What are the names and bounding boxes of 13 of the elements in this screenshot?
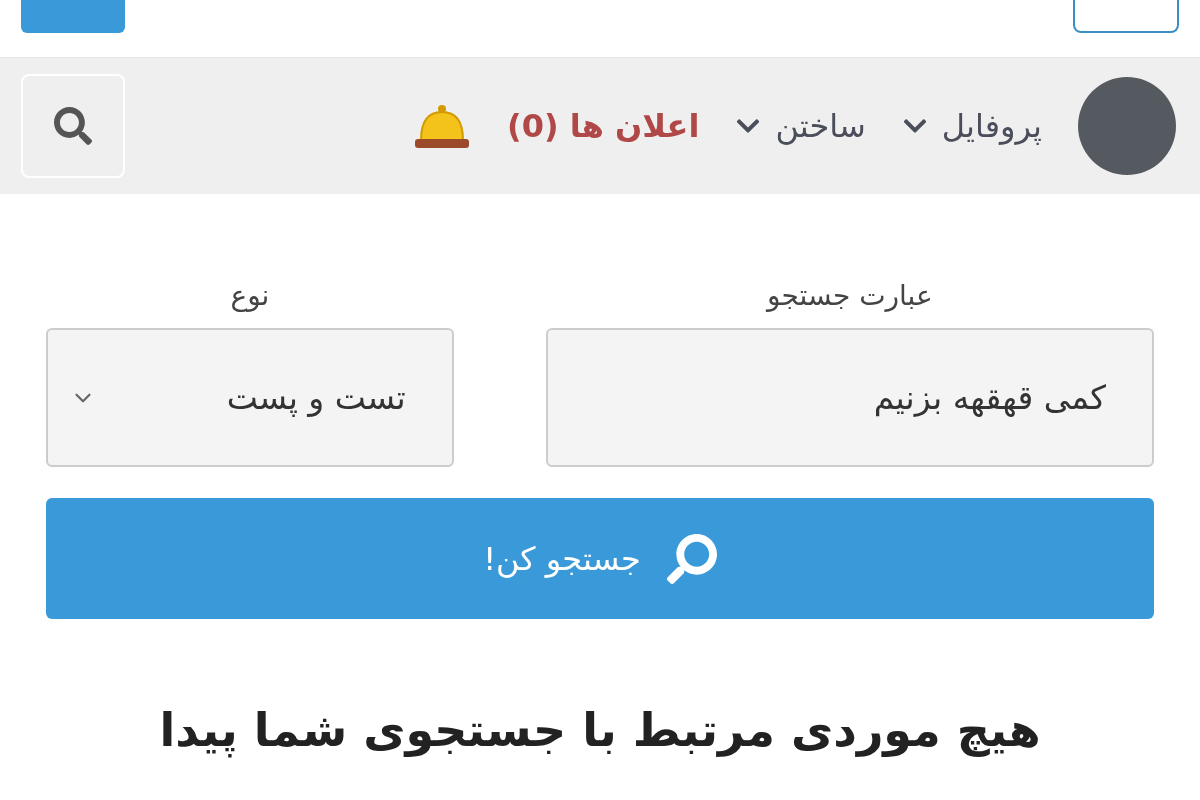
type-select[interactable]: تست و پست — [46, 328, 454, 467]
no-results-message: هیچ موردی مرتبط با جستجوی شما پیدا — [158, 703, 1042, 757]
bell-icon — [413, 102, 471, 150]
search-icon — [666, 533, 717, 584]
notifications-link[interactable]: اعلان ها (0) — [507, 107, 700, 145]
field-label: عبارت جستجو — [767, 279, 933, 312]
field-label: نوع — [230, 279, 270, 312]
search-icon — [54, 107, 92, 145]
menu-button[interactable] — [1073, 0, 1179, 33]
nav-menu[interactable]: ساختن — [735, 107, 866, 145]
nav-menu[interactable]: پروفایل — [901, 107, 1042, 145]
search-field[interactable]: کمی قهقهه بزنیم — [545, 328, 1154, 467]
search-button[interactable] — [21, 74, 125, 178]
